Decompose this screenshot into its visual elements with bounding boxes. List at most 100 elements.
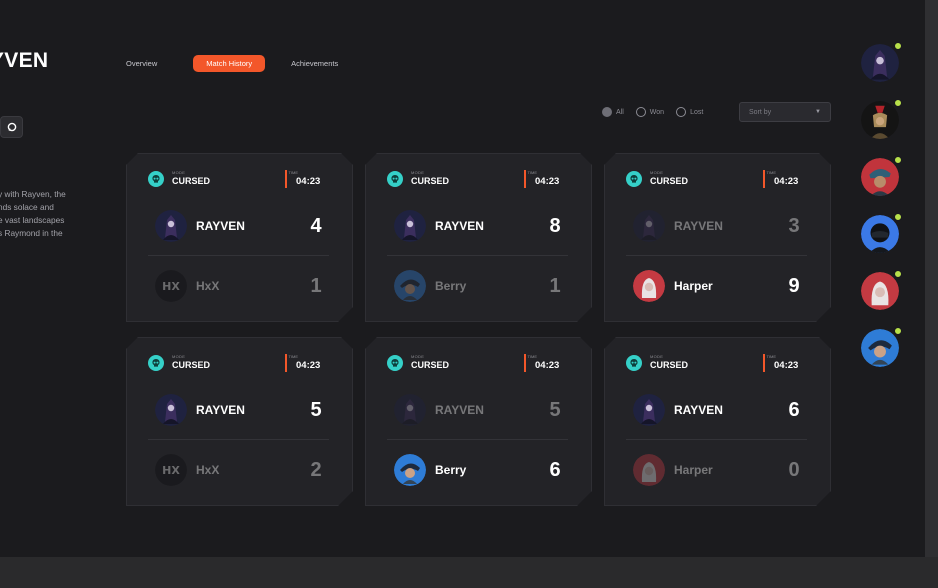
filter-label: All	[616, 108, 624, 116]
divider	[626, 439, 807, 440]
chevron-down-icon: ▼	[815, 109, 821, 115]
chat-icon	[7, 122, 16, 132]
player-score: 3	[788, 214, 800, 237]
friend-avatar[interactable]	[861, 270, 902, 310]
mode-value: CURSED	[650, 360, 689, 370]
player-row: RAYVEN 4	[155, 209, 326, 243]
profile-tabs: Overview Match History Achievements	[116, 55, 348, 72]
bio-line: s Raymond in the	[0, 228, 63, 238]
radio-icon[interactable]	[676, 107, 687, 117]
avatar	[633, 270, 665, 302]
player-score: 6	[788, 398, 800, 421]
friend-avatar[interactable]	[861, 327, 902, 367]
tab-achievements[interactable]: Achievements	[281, 55, 348, 72]
opponent-score: 0	[788, 458, 800, 481]
mode-value: CURSED	[650, 176, 689, 186]
player-name: RAYVEN	[674, 403, 723, 417]
filter-label: Lost	[690, 108, 704, 116]
time-value: 04:23	[296, 360, 321, 371]
chat-button[interactable]	[0, 116, 23, 138]
mode-value: CURSED	[411, 360, 450, 370]
mode-value: CURSED	[411, 176, 450, 186]
avatar	[633, 454, 665, 486]
match-card[interactable]: MODE CURSED TIME 04:23 RAYVEN 8 Berry 1	[365, 153, 592, 322]
time-accent	[285, 170, 287, 188]
opponent-row: Berry 6	[394, 453, 565, 487]
scrollbar[interactable]	[925, 0, 938, 557]
opponent-name: HxX	[196, 463, 220, 477]
mode-label: MODE	[172, 354, 186, 359]
time-accent	[763, 170, 765, 188]
opponent-row: HX HxX 1	[155, 269, 326, 303]
friend-avatar[interactable]	[861, 99, 902, 139]
time-value: 04:23	[774, 360, 799, 371]
avatar	[633, 210, 665, 242]
tab-match-history[interactable]: Match History	[193, 55, 266, 72]
avatar	[394, 270, 426, 302]
time-label: TIME	[288, 170, 298, 175]
match-card[interactable]: MODE CURSED TIME 04:23 RAYVEN 4 HX HxX 1	[126, 153, 353, 322]
time-accent	[524, 354, 526, 372]
player-name: RAYVEN	[435, 219, 484, 233]
player-row: RAYVEN 6	[633, 393, 804, 427]
svg-text:HX: HX	[162, 464, 180, 477]
friend-avatar[interactable]	[861, 156, 902, 196]
radio-icon[interactable]	[602, 107, 612, 117]
avatar	[394, 210, 426, 242]
divider	[626, 255, 807, 256]
opponent-score: 2	[310, 458, 322, 481]
radio-icon[interactable]	[635, 107, 646, 117]
time-value: 04:23	[535, 360, 560, 371]
online-status-dot	[894, 327, 902, 335]
skull-icon	[626, 355, 642, 371]
time-value: 04:23	[535, 176, 560, 187]
sort-dropdown[interactable]: Sort by ▼	[739, 102, 831, 122]
filter-lost[interactable]: Lost	[676, 107, 703, 117]
player-name: RAYVEN	[196, 219, 245, 233]
friend-avatar[interactable]	[861, 213, 902, 253]
avatar: HX	[155, 270, 187, 302]
bio-line: nds solace and	[0, 202, 54, 212]
opponent-score: 1	[310, 274, 322, 297]
opponent-row: Harper 0	[633, 453, 804, 487]
time-accent	[524, 170, 526, 188]
player-row: RAYVEN 8	[394, 209, 565, 243]
bio-line: e vast landscapes	[0, 215, 65, 225]
time-accent	[285, 354, 287, 372]
filter-all[interactable]: All	[602, 107, 624, 117]
opponent-score: 1	[549, 274, 561, 297]
time-accent	[763, 354, 765, 372]
time-label: TIME	[527, 354, 537, 359]
friend-avatar[interactable]	[861, 42, 902, 82]
match-card[interactable]: MODE CURSED TIME 04:23 RAYVEN 5 HX HxX 2	[126, 337, 353, 506]
opponent-name: Berry	[435, 463, 467, 477]
match-card[interactable]: MODE CURSED TIME 04:23 RAYVEN 6 Harper 0	[604, 337, 831, 506]
player-row: RAYVEN 5	[394, 393, 565, 427]
mode-value: CURSED	[172, 176, 211, 186]
svg-text:HX: HX	[162, 280, 180, 293]
avatar	[394, 454, 426, 486]
match-header: MODE CURSED TIME 04:23	[626, 168, 812, 190]
skull-icon	[148, 171, 164, 187]
match-card[interactable]: MODE CURSED TIME 04:23 RAYVEN 5 Berry 6	[365, 337, 592, 506]
player-name: RAYVEN	[674, 219, 723, 233]
skull-icon	[148, 355, 164, 371]
filter-won[interactable]: Won	[635, 107, 664, 117]
online-status-dot	[894, 156, 902, 164]
opponent-score: 6	[549, 458, 561, 481]
result-filter: All Won Lost	[602, 107, 703, 117]
mode-label: MODE	[650, 170, 664, 175]
player-score: 4	[310, 214, 322, 237]
tab-overview[interactable]: Overview	[116, 55, 167, 72]
divider	[387, 439, 568, 440]
mode-label: MODE	[172, 170, 186, 175]
mode-value: CURSED	[172, 360, 211, 370]
player-name: RAYVEN	[435, 403, 484, 417]
skull-icon	[387, 355, 403, 371]
avatar: HX	[155, 454, 187, 486]
time-value: 04:23	[296, 176, 321, 187]
sort-label: Sort by	[749, 108, 772, 116]
avatar	[155, 210, 187, 242]
match-header: MODE CURSED TIME 04:23	[148, 352, 334, 374]
match-card[interactable]: MODE CURSED TIME 04:23 RAYVEN 3 Harper 9	[604, 153, 831, 322]
